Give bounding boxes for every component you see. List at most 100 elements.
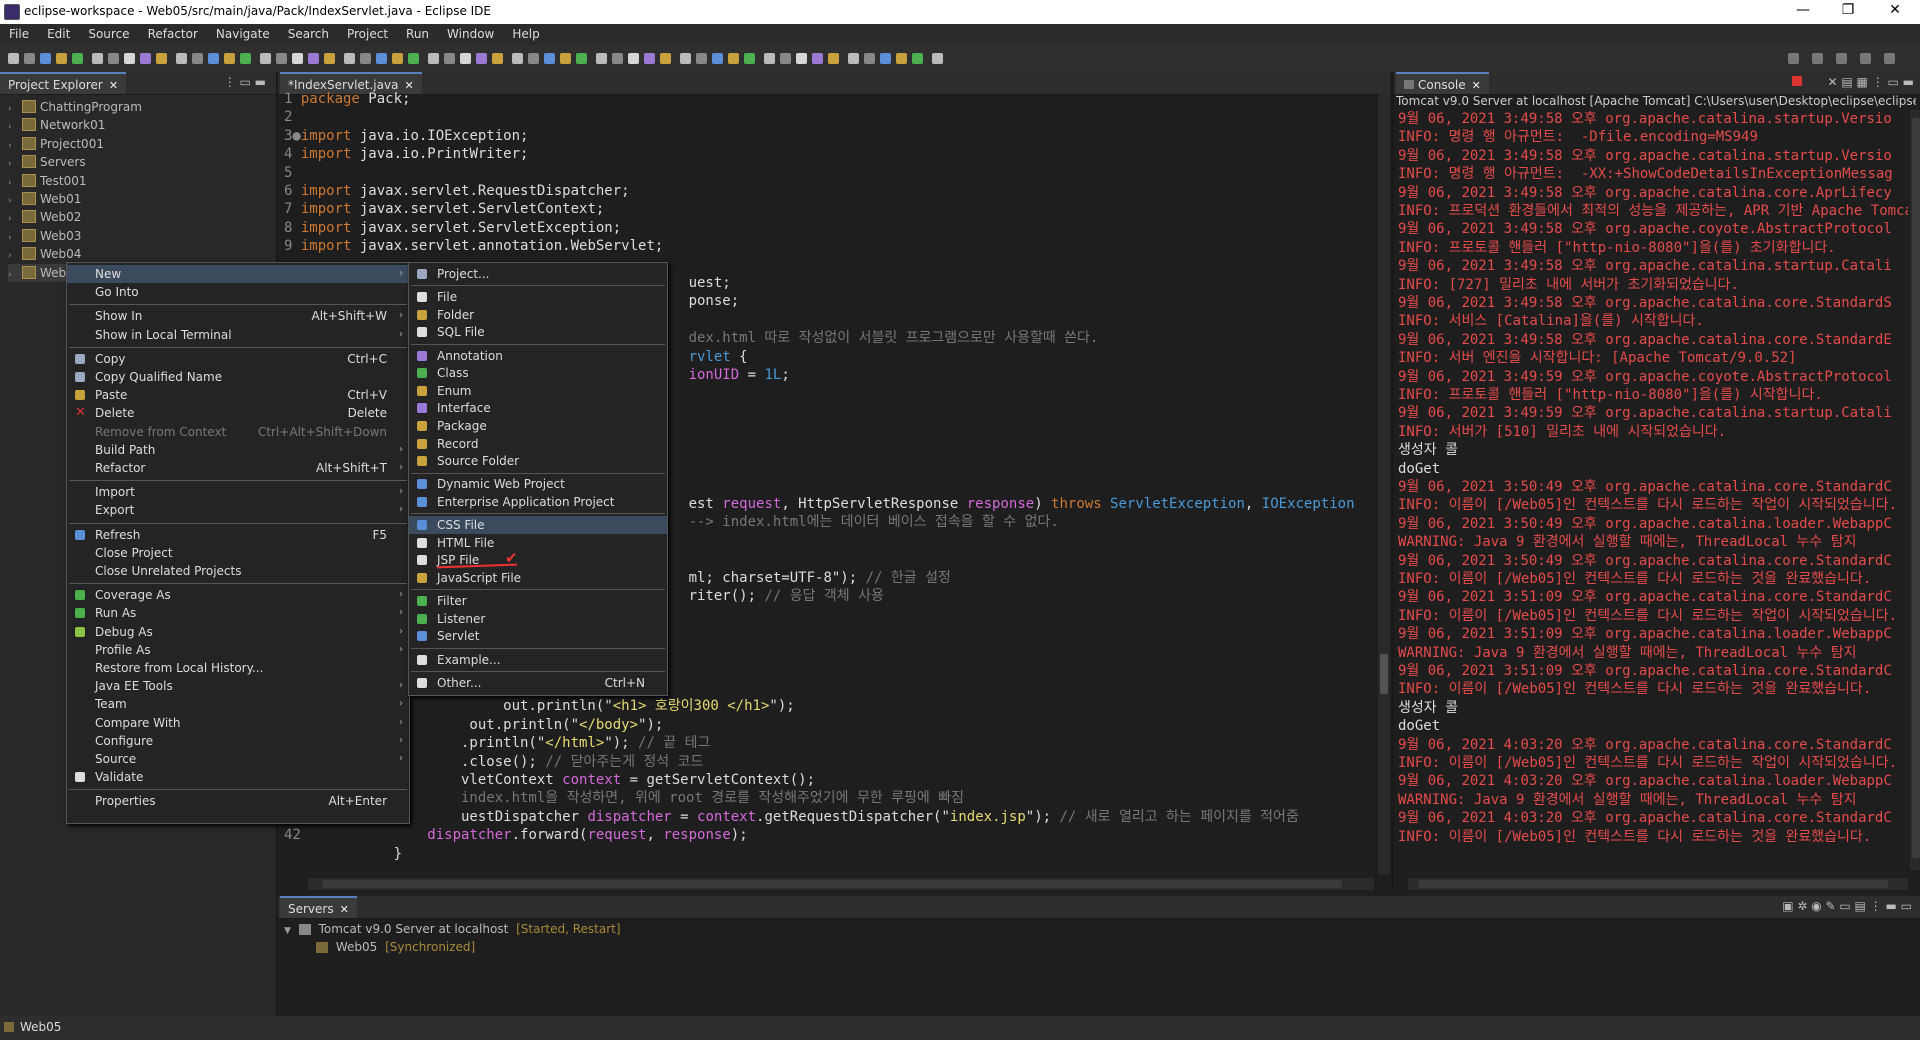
toolbar-icon[interactable] [56,53,67,64]
menu-item-team[interactable]: Team › [67,695,409,713]
toolbar-icon[interactable] [24,53,35,64]
tree-item-test001[interactable]: › Test001 [8,172,87,190]
toolbar-icon[interactable] [192,53,203,64]
tree-item-web04[interactable]: › Web04 [8,245,81,263]
menu-item-project[interactable]: Project... [409,265,667,283]
menu-item-profile-as[interactable]: Profile As › [67,641,409,659]
menu-item-source[interactable]: Source › [67,750,409,768]
menu-item-enum[interactable]: Enum [409,382,667,400]
toolbar-icon[interactable] [492,53,503,64]
chevron-right-icon[interactable]: › [8,100,18,118]
toolbar-icon[interactable] [796,53,807,64]
menu-item-validate[interactable]: Validate [67,768,409,786]
perspective-icon[interactable] [1812,53,1823,64]
toolbar-icon[interactable] [712,53,723,64]
tab-console[interactable]: Console ✕ [1396,72,1489,94]
close-window-button[interactable]: ✕ [1875,2,1915,18]
menu-refactor[interactable]: Refactor [139,24,207,46]
maximize-button[interactable]: ❐ [1828,2,1868,18]
menu-item-refactor[interactable]: Refactor Alt+Shift+T › [67,459,409,477]
console-vertical-scrollbar[interactable] [1910,110,1920,870]
menu-file[interactable]: File [0,24,38,46]
editor-horizontal-scrollbar[interactable] [308,878,1374,890]
toolbar-icon[interactable] [156,53,167,64]
module-row[interactable]: Web05 [Synchronized] [312,940,475,954]
menu-item-configure[interactable]: Configure › [67,732,409,750]
menu-item-close-unrelated-projects[interactable]: Close Unrelated Projects [67,562,409,580]
menu-window[interactable]: Window [438,24,503,46]
toolbar-icon[interactable] [324,53,335,64]
toolbar-icon[interactable] [344,53,355,64]
toolbar-icon[interactable] [176,53,187,64]
menu-item-servlet[interactable]: Servlet [409,627,667,645]
toolbar-icon[interactable] [848,53,859,64]
console-toolbar-icons[interactable]: ✕ ▤ ▦ ⋮ ▭ ▬ [1828,75,1914,89]
close-icon[interactable]: ✕ [340,903,349,916]
menu-item-go-into[interactable]: Go Into [67,283,409,301]
menu-item-close-project[interactable]: Close Project [67,544,409,562]
servers-toolbar-icons[interactable]: ▣ ✲ ◉ ✎ ▭ ▤ ⋮ ▬ ▭ [1782,899,1912,913]
console-output[interactable]: 9월 06, 2021 3:49:58 오후 org.apache.catali… [1394,110,1908,870]
menu-item-restore-from-local-history[interactable]: Restore from Local History... [67,659,409,677]
perspective-icon[interactable] [1836,53,1847,64]
menu-item-sql-file[interactable]: SQL File [409,323,667,341]
toolbar-icon[interactable] [460,53,471,64]
toolbar-icon[interactable] [308,53,319,64]
menu-item-coverage-as[interactable]: Coverage As › [67,586,409,604]
toolbar-icon[interactable] [544,53,555,64]
server-row[interactable]: ▼ Tomcat v9.0 Server at localhost [Start… [284,922,621,936]
menu-item-package[interactable]: Package [409,417,667,435]
menu-item-interface[interactable]: Interface [409,399,667,417]
toolbar-icon[interactable] [276,53,287,64]
menu-item-refresh[interactable]: Refresh F5 [67,526,409,544]
toolbar-icon[interactable] [696,53,707,64]
menu-item-paste[interactable]: Paste Ctrl+V [67,386,409,404]
toolbar-icon[interactable] [912,53,923,64]
close-icon[interactable]: ✕ [109,79,118,92]
menu-item-build-path[interactable]: Build Path › [67,441,409,459]
scroll-thumb[interactable] [1380,654,1388,694]
toolbar-icon[interactable] [392,53,403,64]
toolbar-icon[interactable] [444,53,455,64]
toolbar-icon[interactable] [628,53,639,64]
menu-run[interactable]: Run [397,24,438,46]
tab-project-explorer[interactable]: Project Explorer ✕ [0,72,127,94]
menu-item-example[interactable]: Example... [409,651,667,669]
perspective-icon[interactable] [1884,53,1895,64]
menu-item-listener[interactable]: Listener [409,610,667,628]
toolbar-icon[interactable] [932,53,943,64]
menu-project[interactable]: Project [338,24,397,46]
scroll-thumb[interactable] [1912,118,1920,858]
toolbar-icon[interactable] [208,53,219,64]
menu-help[interactable]: Help [503,24,548,46]
toolbar-icon[interactable] [224,53,235,64]
menu-item-compare-with[interactable]: Compare With › [67,714,409,732]
chevron-right-icon[interactable]: › [8,137,18,155]
toolbar-icon[interactable] [360,53,371,64]
tree-item-network01[interactable]: › Network01 [8,116,105,134]
menu-item-class[interactable]: Class [409,364,667,382]
tree-item-web03[interactable]: › Web03 [8,227,81,245]
chevron-right-icon[interactable]: › [8,210,18,228]
toolbar-icon[interactable] [896,53,907,64]
toolbar-icon[interactable] [812,53,823,64]
menu-navigate[interactable]: Navigate [207,24,279,46]
toolbar-icon[interactable] [576,53,587,64]
menu-item-show-in[interactable]: Show In Alt+Shift+W › [67,307,409,325]
menu-item-run-as[interactable]: Run As › [67,604,409,622]
perspective-icon[interactable] [1788,53,1799,64]
editor-vertical-scrollbar[interactable] [1378,94,1390,874]
menu-item-delete[interactable]: ✕ Delete Delete [67,404,409,422]
menu-item-annotation[interactable]: Annotation [409,347,667,365]
menu-item-html-file[interactable]: HTML File [409,534,667,552]
toolbar-icon[interactable] [40,53,51,64]
menu-edit[interactable]: Edit [38,24,79,46]
menu-item-enterprise-application-project[interactable]: Enterprise Application Project [409,493,667,511]
toolbar-icon[interactable] [680,53,691,64]
menu-item-record[interactable]: Record [409,435,667,453]
menu-item-css-file[interactable]: CSS File [409,516,667,535]
chevron-right-icon[interactable]: › [8,229,18,247]
close-icon[interactable]: ✕ [1472,79,1481,92]
menu-item-file[interactable]: File [409,288,667,306]
toolbar-icon[interactable] [660,53,671,64]
